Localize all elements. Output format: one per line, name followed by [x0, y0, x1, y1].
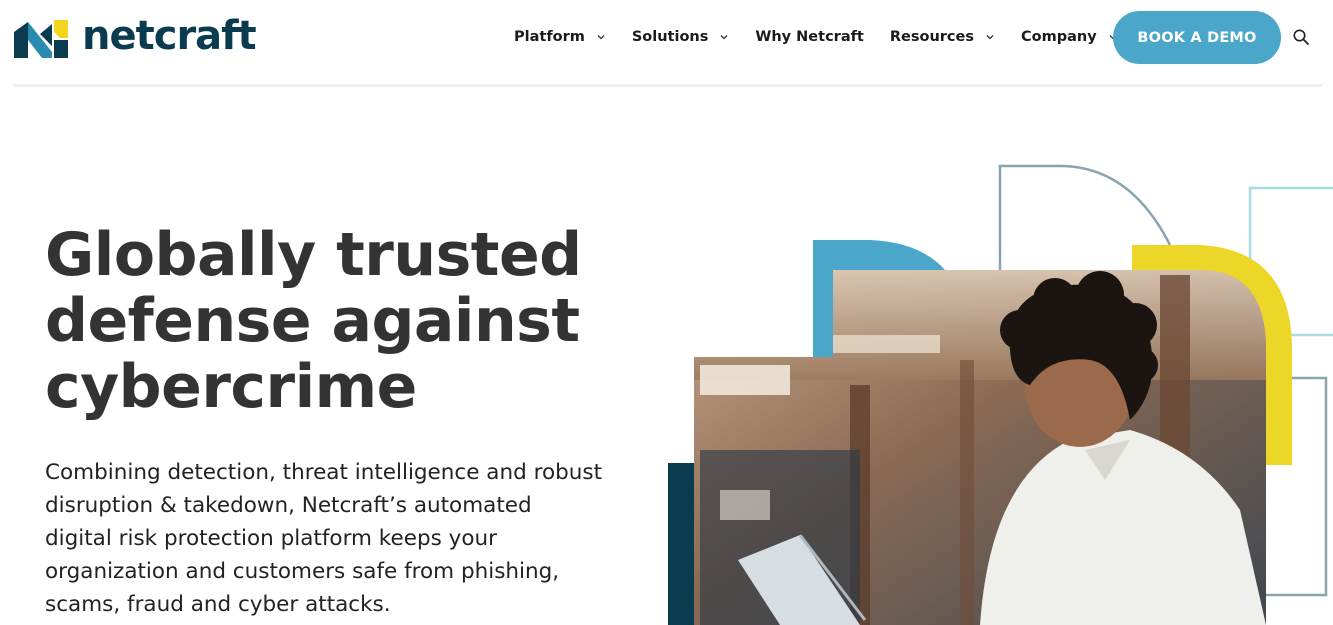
header-divider	[13, 84, 1322, 87]
netcraft-logo[interactable]: netcraft	[14, 13, 257, 59]
photo	[694, 270, 1266, 625]
nav-item-platform[interactable]: Platform	[514, 26, 606, 48]
chevron-down-icon	[597, 35, 605, 40]
nav-item-solutions[interactable]: Solutions	[632, 26, 730, 48]
nav-item-label: Resources	[889, 29, 974, 45]
headline-line: defense against	[45, 286, 580, 356]
navy-accent-shape	[668, 463, 694, 625]
nav-item-why-netcraft[interactable]: Why Netcraft	[755, 26, 864, 48]
nav-item-label: Platform	[514, 29, 585, 45]
main-nav: Platform Solutions Why Netcraft Resource…	[514, 26, 1144, 48]
nav-item-label: Company	[1021, 29, 1097, 45]
chevron-down-icon	[986, 35, 994, 40]
netcraft-logo-mark-icon	[14, 20, 68, 58]
brand-name: netcraft	[82, 13, 257, 59]
chevron-down-icon	[720, 35, 728, 40]
site-header: netcraft Platform Solutions Why Netcraft…	[0, 0, 1333, 86]
nav-item-company[interactable]: Company	[1021, 26, 1118, 48]
nav-item-label: Why Netcraft	[755, 29, 864, 45]
hero-image	[668, 164, 1333, 625]
book-demo-button[interactable]: BOOK A DEMO	[1113, 11, 1281, 64]
headline-line: Globally trusted	[45, 220, 582, 290]
hero-description: Combining detection, threat intelligence…	[45, 460, 603, 617]
nav-item-resources[interactable]: Resources	[890, 26, 995, 48]
search-icon[interactable]	[1292, 28, 1310, 46]
hero-headline: Globally trusted defense against cybercr…	[45, 222, 645, 420]
nav-item-label: Solutions	[631, 29, 709, 45]
headline-line: cybercrime	[45, 352, 417, 422]
